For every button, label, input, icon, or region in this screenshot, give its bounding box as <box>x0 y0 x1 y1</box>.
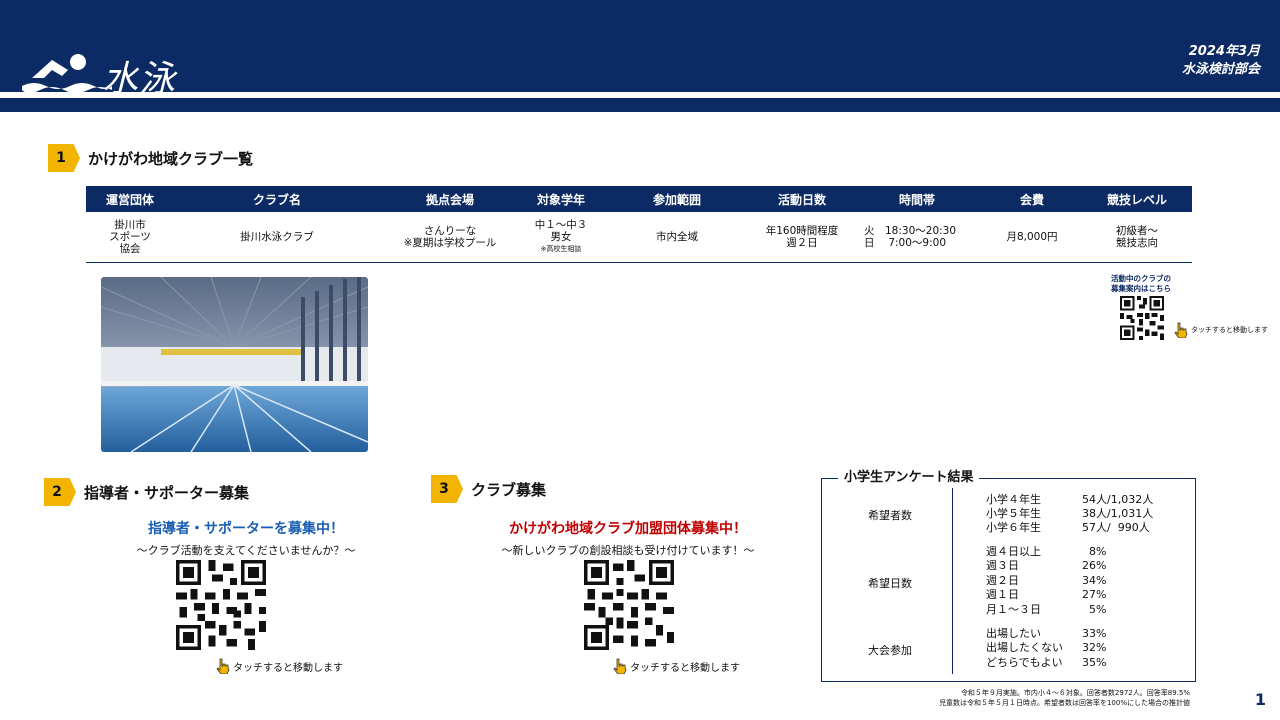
cell-fee: 月8,000円 <box>982 212 1082 263</box>
supporter-qr-code[interactable] <box>176 560 266 650</box>
section-2-heading: 2 指導者・サポーター募集 <box>44 478 249 506</box>
col-time: 時間帯 <box>852 186 982 212</box>
col-range: 参加範囲 <box>602 186 752 212</box>
cell-time: 火 18:30～20:30 日 7:00～9:00 <box>852 212 982 263</box>
survey-footnote: 令和５年９月実施。市内小４～６対象。回答者数2972人。回答率89.5% 児童数… <box>938 689 1190 707</box>
logo-text: 水泳 <box>102 59 177 100</box>
table-row: 掛川市 スポーツ 協会 掛川水泳クラブ さんりーな ※夏期は学校プール 中１～中… <box>86 212 1192 263</box>
cell-grade: 中１～中３ 男女 ※高校生相談 <box>520 212 602 263</box>
pointing-hand-icon <box>216 658 230 674</box>
pool-photo <box>101 277 368 452</box>
list-item: 週２日 34% <box>986 574 1107 587</box>
header-date: 2024年3月 <box>1188 44 1260 59</box>
survey-label-days: 希望日数 <box>868 577 912 590</box>
swimmer-icon <box>22 54 112 93</box>
club-info-qr-code[interactable] <box>1120 296 1164 340</box>
header-meta: 2024年3月 水泳検討部会 <box>1182 43 1260 79</box>
section-3-heading: 3 クラブ募集 <box>431 475 546 503</box>
touch-hint: タッチすると移動します <box>216 658 343 674</box>
list-item: 小学６年生 57人/ 990人 <box>986 521 1150 534</box>
col-fee: 会費 <box>982 186 1082 212</box>
header-stripe <box>0 92 1280 98</box>
cell-org: 掛川市 スポーツ 協会 <box>86 212 174 263</box>
list-item: 月１～３日 5% <box>986 603 1107 616</box>
touch-hint: タッチすると移動します <box>613 658 740 674</box>
cell-venue: さんりーな ※夏期は学校プール <box>380 212 520 263</box>
list-item: 週１日 27% <box>986 588 1107 601</box>
col-days: 活動日数 <box>752 186 852 212</box>
list-item: 週３日 26% <box>986 559 1107 572</box>
cell-days: 年160時間程度 週２日 <box>752 212 852 263</box>
list-item: 週４日以上 8% <box>986 545 1107 558</box>
promo-subtitle: ～クラブ活動を支えてくださいませんか？～ <box>136 544 356 557</box>
qr-code-icon <box>176 560 266 650</box>
touch-hint: タッチすると移動します <box>1174 322 1268 338</box>
list-item: 小学４年生 54人/1,032人 <box>986 493 1154 506</box>
club-table: 運営団体 クラブ名 拠点会場 対象学年 参加範囲 活動日数 時間帯 会費 競技レ… <box>86 186 1192 263</box>
section-1-heading: 1 かけがわ地域クラブ一覧 <box>48 144 253 172</box>
survey-divider <box>952 488 953 674</box>
qr-code-icon <box>1120 296 1164 340</box>
col-org: 運営団体 <box>86 186 174 212</box>
header-org: 水泳検討部会 <box>1181 62 1260 77</box>
club-promo: かけがわ地域クラブ加盟団体募集中！ ～新しいクラブの創設相談も受け付けています！… <box>470 518 786 558</box>
section-number: 2 <box>44 478 76 506</box>
list-item: 出場したい 33% <box>986 627 1107 640</box>
table-header-row: 運営団体 クラブ名 拠点会場 対象学年 参加範囲 活動日数 時間帯 会費 競技レ… <box>86 186 1192 212</box>
promo-headline: かけがわ地域クラブ加盟団体募集中！ <box>509 521 747 537</box>
cell-range: 市内全域 <box>602 212 752 263</box>
survey-label-tournament: 大会参加 <box>868 644 912 657</box>
col-club: クラブ名 <box>174 186 380 212</box>
supporter-promo: 指導者・サポーターを募集中！ ～クラブ活動を支えてくださいませんか？～ <box>88 518 404 558</box>
list-item: 小学５年生 38人/1,031人 <box>986 507 1154 520</box>
survey-label-applicants: 希望者数 <box>868 509 912 522</box>
col-venue: 拠点会場 <box>380 186 520 212</box>
promo-subtitle: ～新しいクラブの創設相談も受け付けています！～ <box>501 544 755 557</box>
qr-caption: 活動中のクラブの 募集案内はこちら <box>1111 274 1171 293</box>
col-level: 競技レベル <box>1082 186 1192 212</box>
qr-code-icon <box>584 560 674 650</box>
section-number: 3 <box>431 475 463 503</box>
promo-headline: 指導者・サポーターを募集中！ <box>148 521 344 537</box>
cell-level: 初級者～ 競技志向 <box>1082 212 1192 263</box>
list-item: どちらでもよい 35% <box>986 656 1107 669</box>
section-number: 1 <box>48 144 80 172</box>
section-title: クラブ募集 <box>471 480 547 499</box>
list-item: 出場したくない 32% <box>986 641 1107 654</box>
survey-title: 小学生アンケート結果 <box>838 466 980 485</box>
col-grade: 対象学年 <box>520 186 602 212</box>
pointing-hand-icon <box>1174 322 1188 338</box>
page-number: 1 <box>1254 690 1266 709</box>
section-title: かけがわ地域クラブ一覧 <box>88 149 254 168</box>
pointing-hand-icon <box>613 658 627 674</box>
club-recruit-qr-code[interactable] <box>584 560 674 650</box>
section-title: 指導者・サポーター募集 <box>84 483 250 502</box>
cell-club: 掛川水泳クラブ <box>174 212 380 263</box>
